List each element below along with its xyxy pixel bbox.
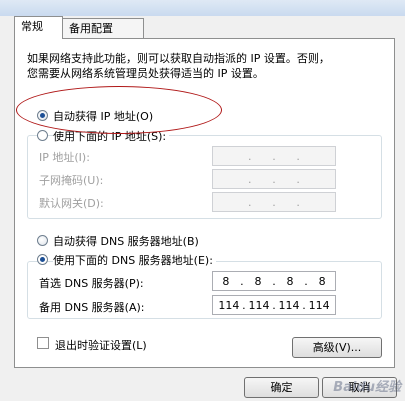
ok-button[interactable]: 确定 <box>244 377 319 398</box>
dns-manual-label[interactable]: 使用下面的 DNS 服务器地址(E): <box>53 252 216 268</box>
description-line-1: 如果网络支持此功能，则可以获取自动指派的 IP 设置。否则， <box>27 52 330 65</box>
subnet-mask-field[interactable]: ... <box>212 169 336 189</box>
ip-manual-radio[interactable] <box>37 130 48 141</box>
tab-general-label: 常规 <box>21 20 43 33</box>
preferred-dns-label: 首选 DNS 服务器(P): <box>39 277 144 290</box>
default-gateway-field[interactable]: ... <box>212 192 336 212</box>
default-gateway-label: 默认网关(D): <box>39 197 104 210</box>
watermark-text: Baidu经验 <box>333 380 401 395</box>
general-tab-panel: 如果网络支持此功能，则可以获取自动指派的 IP 设置。否则， 您需要从网络系统管… <box>14 38 395 368</box>
validate-on-exit-label[interactable]: 退出时验证设置(L) <box>55 337 147 353</box>
alternate-dns-field[interactable]: 114. 114. 114. 114 <box>212 295 336 315</box>
preferred-dns-field[interactable]: 8. 8. 8. 8 <box>212 271 336 291</box>
tab-alternate-config-label: 备用配置 <box>69 22 113 35</box>
title-bar <box>0 0 405 16</box>
dns-manual-radio[interactable] <box>37 254 48 265</box>
tab-alternate-config[interactable]: 备用配置 <box>62 18 144 38</box>
subnet-mask-label: 子网掩码(U): <box>39 174 104 187</box>
advanced-button[interactable]: 高级(V)... <box>292 337 382 358</box>
alternate-dns-label: 备用 DNS 服务器(A): <box>39 301 145 314</box>
red-highlight-ellipse <box>16 86 222 134</box>
ip-address-label: IP 地址(I): <box>39 151 90 164</box>
description-text: 如果网络支持此功能，则可以获取自动指派的 IP 设置。否则， 您需要从网络系统管… <box>27 51 382 81</box>
description-line-2: 您需要从网络系统管理员处获得适当的 IP 设置。 <box>27 67 264 80</box>
ip-address-field[interactable]: ... <box>212 146 336 166</box>
tab-general[interactable]: 常规 <box>14 16 63 39</box>
validate-on-exit-checkbox[interactable] <box>37 337 49 349</box>
dns-auto-label[interactable]: 自动获得 DNS 服务器地址(B) <box>53 233 199 249</box>
dns-auto-radio[interactable] <box>37 235 48 246</box>
